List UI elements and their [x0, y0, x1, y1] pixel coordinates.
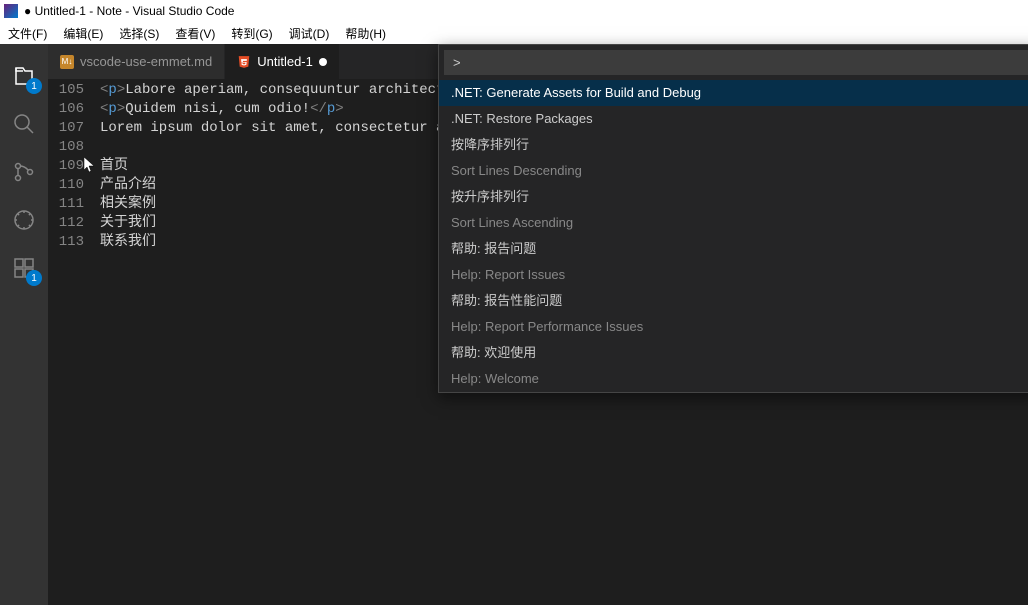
line-number: 106 — [48, 100, 84, 119]
extensions-badge: 1 — [26, 270, 42, 286]
editor-area: M↓ vscode-use-emmet.md Untitled-1 105106… — [48, 44, 1028, 605]
command-palette-list: .NET: Generate Assets for Build and Debu… — [439, 80, 1028, 392]
window-title: ● Untitled-1 - Note - Visual Studio Code — [24, 4, 234, 18]
search-icon[interactable] — [0, 100, 48, 148]
line-number: 108 — [48, 138, 84, 157]
palette-item-primary: 帮助: 欢迎使用 — [451, 345, 536, 360]
palette-item-secondary: Help: Report Performance Issues — [451, 319, 643, 334]
command-palette-item[interactable]: Help: Welcome — [439, 366, 1028, 392]
mouse-cursor-icon — [84, 157, 96, 182]
tab-label: Untitled-1 — [257, 54, 313, 69]
menu-edit[interactable]: 编辑(E) — [55, 23, 111, 44]
command-palette-item[interactable]: 按升序排列行 — [439, 184, 1028, 210]
menu-view[interactable]: 查看(V) — [167, 23, 223, 44]
tab-label: vscode-use-emmet.md — [80, 54, 212, 69]
line-number: 110 — [48, 176, 84, 195]
tab-untitled-1[interactable]: Untitled-1 — [225, 44, 340, 79]
vscode-icon — [4, 4, 18, 18]
command-palette-item[interactable]: 帮助: 报告问题 — [439, 236, 1028, 262]
line-number: 112 — [48, 214, 84, 233]
dirty-indicator-icon — [319, 58, 327, 66]
palette-item-primary: .NET: Generate Assets for Build and Debu… — [451, 85, 701, 100]
explorer-badge: 1 — [26, 78, 42, 94]
explorer-icon[interactable]: 1 — [0, 52, 48, 100]
palette-item-primary: 帮助: 报告问题 — [451, 241, 536, 256]
line-number: 113 — [48, 233, 84, 252]
line-number: 105 — [48, 81, 84, 100]
activitybar: 1 1 — [0, 44, 48, 605]
command-palette-item[interactable]: Help: Report Issues — [439, 262, 1028, 288]
command-palette-item[interactable]: Sort Lines Descending — [439, 158, 1028, 184]
palette-item-secondary: Sort Lines Descending — [451, 163, 582, 178]
menu-go[interactable]: 转到(G) — [223, 23, 280, 44]
command-palette-item[interactable]: .NET: Restore Packages — [439, 106, 1028, 132]
command-palette-item[interactable]: Help: Report Performance Issues — [439, 314, 1028, 340]
menu-debug[interactable]: 调试(D) — [281, 23, 338, 44]
command-palette-input[interactable] — [444, 50, 1028, 75]
extensions-icon[interactable]: 1 — [0, 244, 48, 292]
command-palette-item[interactable]: .NET: Generate Assets for Build and Debu… — [439, 80, 1028, 106]
markdown-icon: M↓ — [60, 55, 74, 69]
menu-file[interactable]: 文件(F) — [0, 23, 55, 44]
palette-item-primary: 按降序排列行 — [451, 137, 529, 152]
palette-item-primary: .NET: Restore Packages — [451, 111, 593, 126]
line-number: 111 — [48, 195, 84, 214]
command-palette-item[interactable]: Sort Lines Ascending — [439, 210, 1028, 236]
palette-item-secondary: Sort Lines Ascending — [451, 215, 573, 230]
main: 1 1 M↓ vscode-use-emmet.md Untitled — [0, 44, 1028, 605]
palette-item-primary: 按升序排列行 — [451, 189, 529, 204]
command-palette-item[interactable]: 按降序排列行 — [439, 132, 1028, 158]
tab-vscode-use-emmet[interactable]: M↓ vscode-use-emmet.md — [48, 44, 225, 79]
html-icon — [237, 55, 251, 69]
palette-item-secondary: Help: Welcome — [451, 371, 539, 386]
command-palette: .NET: Generate Assets for Build and Debu… — [438, 44, 1028, 393]
palette-item-secondary: Help: Report Issues — [451, 267, 565, 282]
titlebar: ● Untitled-1 - Note - Visual Studio Code — [0, 0, 1028, 22]
source-control-icon[interactable] — [0, 148, 48, 196]
line-number: 109 — [48, 157, 84, 176]
menubar: 文件(F) 编辑(E) 选择(S) 查看(V) 转到(G) 调试(D) 帮助(H… — [0, 22, 1028, 44]
menu-help[interactable]: 帮助(H) — [337, 23, 394, 44]
menu-selection[interactable]: 选择(S) — [111, 23, 167, 44]
debug-icon[interactable] — [0, 196, 48, 244]
command-palette-item[interactable]: 帮助: 报告性能问题 — [439, 288, 1028, 314]
command-palette-item[interactable]: 帮助: 欢迎使用 — [439, 340, 1028, 366]
palette-item-primary: 帮助: 报告性能问题 — [451, 293, 562, 308]
line-number: 107 — [48, 119, 84, 138]
